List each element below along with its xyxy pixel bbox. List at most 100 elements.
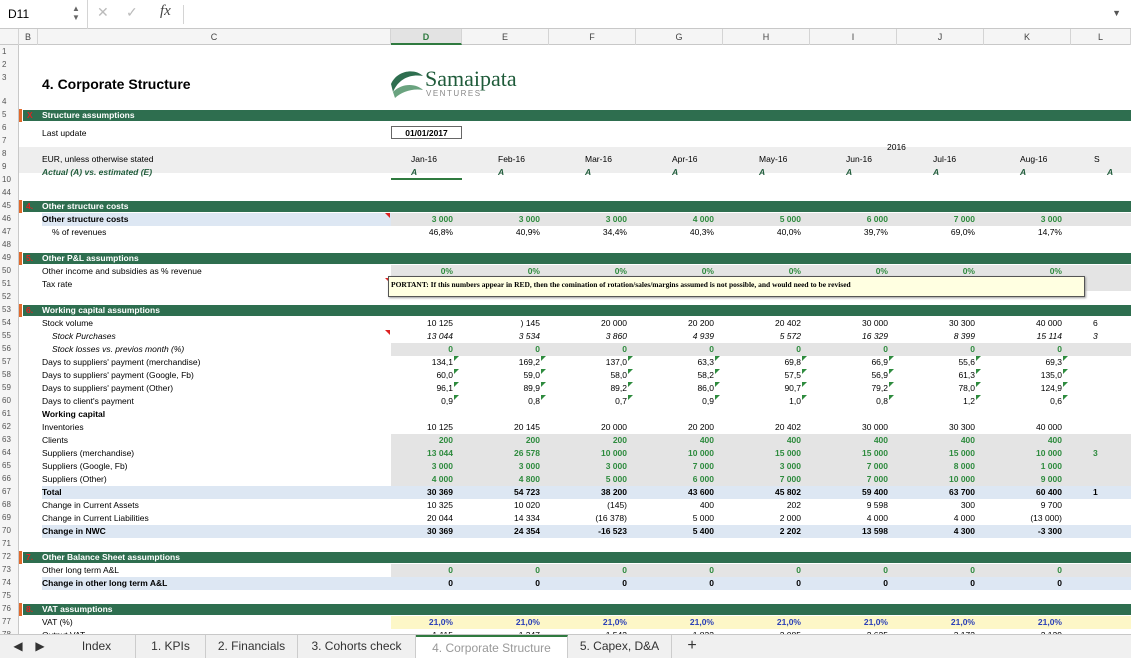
value-cell[interactable]: 24 354 [478,526,540,536]
value-cell[interactable]: 0 [739,565,801,575]
row-header[interactable]: 65 [0,461,18,470]
value-cell[interactable]: 1 000 [1000,461,1062,471]
row-header[interactable]: 68 [0,500,18,509]
row-header[interactable]: 66 [0,474,18,483]
add-sheet-icon[interactable]: + [680,635,704,658]
value-cell[interactable]: 5 400 [652,526,714,536]
value-cell[interactable]: 400 [826,435,888,445]
value-cell[interactable]: 5 000 [739,214,801,224]
value-cell[interactable]: 69,0% [913,227,975,237]
value-cell[interactable]: 0 [1000,565,1062,575]
sheet-tab[interactable]: 4. Corporate Structure [416,635,568,658]
column-header-i[interactable]: I [810,29,897,45]
value-cell[interactable]: -16 523 [565,526,627,536]
value-cell[interactable]: 55,6 [913,357,975,367]
value-cell[interactable]: 3 000 [565,214,627,224]
value-cell[interactable]: 20 044 [391,513,453,523]
select-all-corner[interactable] [0,29,19,45]
value-cell[interactable]: 90,7 [739,383,801,393]
value-cell[interactable]: 0% [652,266,714,276]
value-cell[interactable]: 30 300 [913,422,975,432]
row-header[interactable]: 67 [0,487,18,496]
value-cell[interactable]: 10 000 [913,474,975,484]
value-cell[interactable]: 9 700 [1000,500,1062,510]
value-cell[interactable]: 20 000 [565,422,627,432]
row-header[interactable]: 72 [0,552,18,561]
value-cell[interactable]: 3 000 [478,461,540,471]
row-header[interactable]: 74 [0,578,18,587]
value-cell[interactable]: (16 378) [565,513,627,523]
value-cell[interactable]: 30 300 [913,318,975,328]
value-cell[interactable]: 300 [913,500,975,510]
value-cell[interactable]: 7 000 [826,474,888,484]
column-header-c[interactable]: C [38,29,391,45]
column-header-l[interactable]: L [1071,29,1131,45]
value-cell[interactable]: 63,3 [652,357,714,367]
value-cell[interactable]: 16 329 [826,331,888,341]
value-cell[interactable]: 63 700 [913,487,975,497]
value-cell[interactable]: 5 000 [565,474,627,484]
value-cell[interactable]: 2 000 [739,513,801,523]
value-cell[interactable]: 0 [826,565,888,575]
sheet-tab[interactable]: 5. Capex, D&A [568,635,672,658]
value-cell[interactable]: 78,0 [913,383,975,393]
value-cell[interactable]: 0% [826,266,888,276]
value-cell[interactable]: 0 [739,578,801,588]
value-cell[interactable]: (13 000) [1000,513,1062,523]
value-cell[interactable]: 7 000 [913,214,975,224]
row-header[interactable]: 75 [0,591,18,600]
name-box-stepper-icon[interactable]: ▲ ▼ [72,4,80,22]
row-header[interactable]: 50 [0,266,18,275]
column-header-h[interactable]: H [723,29,810,45]
value-cell[interactable]: 30 000 [826,318,888,328]
value-cell[interactable]: 0 [565,578,627,588]
value-cell[interactable]: 20 200 [652,422,714,432]
value-cell[interactable]: 8 000 [913,461,975,471]
value-cell[interactable]: 0 [478,344,540,354]
row-header[interactable]: 77 [0,617,18,626]
value-cell[interactable]: 86,0 [652,383,714,393]
value-cell[interactable]: 0,6 [1000,396,1062,406]
value-cell[interactable]: 0 [739,344,801,354]
value-cell[interactable]: 2 202 [739,526,801,536]
value-cell[interactable]: 45 802 [739,487,801,497]
column-header-d[interactable]: D [391,29,462,45]
row-header[interactable]: 70 [0,526,18,535]
selected-cell[interactable] [391,178,462,180]
column-header-b[interactable]: B [19,29,38,45]
value-cell[interactable]: 40,9% [478,227,540,237]
value-cell[interactable]: 134,1 [391,357,453,367]
value-cell[interactable]: 4 300 [913,526,975,536]
value-cell[interactable]: 89,2 [565,383,627,393]
value-cell[interactable]: 0 [565,344,627,354]
value-cell[interactable]: 13 044 [391,448,453,458]
sheet-tab[interactable]: 1. KPIs [136,635,206,658]
value-cell[interactable]: 57,5 [739,370,801,380]
value-cell[interactable]: 1 [1093,487,1103,497]
value-cell[interactable]: 3 000 [1000,214,1062,224]
value-cell[interactable]: 6 [1093,318,1103,328]
column-header-f[interactable]: F [549,29,636,45]
value-cell[interactable]: 15 000 [826,448,888,458]
value-cell[interactable]: 0% [391,266,453,276]
value-cell[interactable]: 58,0 [565,370,627,380]
value-cell[interactable]: 0 [826,578,888,588]
value-cell[interactable]: 4 000 [652,214,714,224]
function-icon[interactable]: fx [160,3,171,20]
comment-marker-icon[interactable] [385,330,390,335]
value-cell[interactable]: 21,0% [652,617,714,627]
value-cell[interactable]: 39,7% [826,227,888,237]
value-cell[interactable]: 15 114 [1000,331,1062,341]
value-cell[interactable]: 56,9 [826,370,888,380]
row-header[interactable]: 45 [0,201,18,210]
value-cell[interactable]: 61,3 [913,370,975,380]
row-header[interactable]: 47 [0,227,18,236]
value-cell[interactable]: 40 000 [1000,422,1062,432]
row-header[interactable]: 59 [0,383,18,392]
value-cell[interactable]: 54 723 [478,487,540,497]
value-cell[interactable]: 10 000 [1000,448,1062,458]
cancel-icon[interactable]: ✕ [97,4,109,21]
column-header-k[interactable]: K [984,29,1071,45]
value-cell[interactable]: 3 [1093,331,1103,341]
value-cell[interactable]: 21,0% [478,617,540,627]
